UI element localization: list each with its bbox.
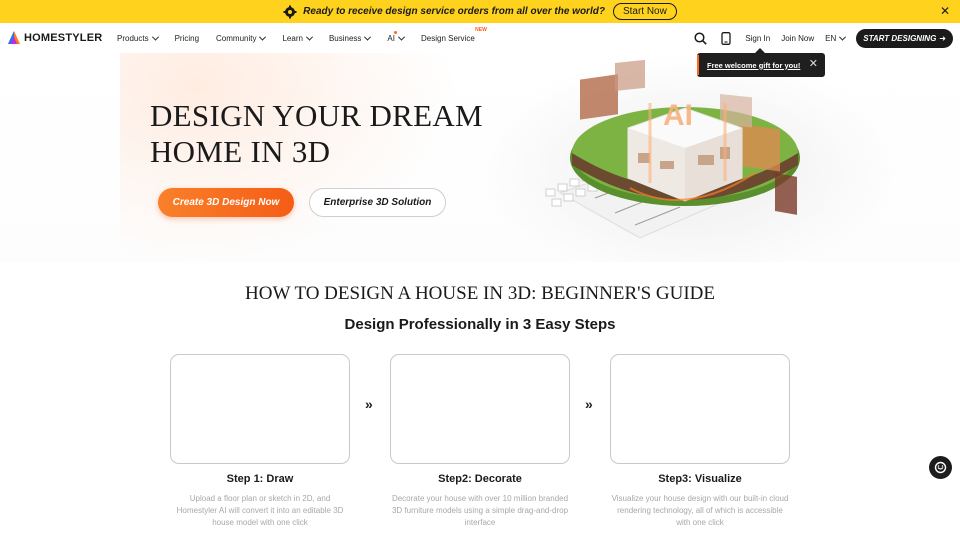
start-designing-label: START DESIGNING	[863, 33, 937, 43]
gear-icon	[283, 5, 297, 19]
nav-item-ai[interactable]: AI	[387, 30, 406, 43]
top-nav: HOMESTYLER Products Pricing Community Le…	[0, 23, 960, 53]
chevron-down-icon	[259, 33, 267, 41]
mobile-icon[interactable]	[721, 31, 731, 45]
language-label: EN	[825, 33, 837, 43]
join-now-link[interactable]: Join Now	[781, 34, 814, 43]
step-2-description: Decorate your house with over 10 million…	[391, 494, 569, 527]
search-icon[interactable]	[694, 31, 708, 45]
guide-title: HOW TO DESIGN A HOUSE IN 3D: BEGINNER'S …	[245, 283, 715, 304]
chevron-down-icon	[397, 33, 406, 41]
banner-message: Ready to receive design service orders f…	[303, 6, 605, 17]
step-2-title: Step2: Decorate	[438, 473, 522, 485]
notification-dot	[394, 30, 398, 34]
enterprise-solution-button[interactable]: Enterprise 3D Solution	[309, 188, 446, 217]
nav-item-label: Pricing	[174, 33, 200, 43]
start-now-button[interactable]: Start Now	[612, 3, 677, 20]
logo-icon	[8, 31, 20, 44]
step-separator: »	[365, 396, 373, 412]
chevron-down-icon	[151, 33, 159, 41]
nav-right: Sign In Join Now EN START DESIGNING ➜	[694, 23, 953, 53]
hero-title-line2: HOME IN 3D	[150, 134, 331, 169]
welcome-gift-tooltip: Free welcome gift for you! ✕	[697, 48, 825, 77]
step-1-title: Step 1: Draw	[226, 473, 294, 485]
step-1-description: Upload a floor plan or sketch in 2D, and…	[176, 494, 344, 527]
nav-item-label: Business	[328, 33, 362, 43]
close-icon[interactable]: ✕	[809, 59, 818, 70]
nav-item-label: AI	[387, 33, 395, 43]
sign-in-link[interactable]: Sign In	[745, 34, 770, 43]
nav-item-learn[interactable]: Learn	[282, 33, 313, 43]
main-menu: Products Pricing Community Learn Busines…	[117, 23, 492, 53]
nav-item-label: Community	[216, 33, 257, 43]
hero-section: DESIGN YOUR DREAM HOME IN 3D Create 3D D…	[0, 53, 960, 262]
nav-item-design-service[interactable]: Design Service NEW	[420, 27, 487, 43]
chevron-down-icon	[305, 33, 313, 41]
nav-item-community[interactable]: Community	[216, 33, 267, 43]
welcome-gift-link[interactable]: Free welcome gift for you!	[707, 61, 800, 70]
house-3d-illustration: AI	[545, 59, 800, 239]
create-3d-design-button[interactable]: Create 3D Design Now	[158, 188, 294, 217]
nav-item-pricing[interactable]: Pricing	[175, 34, 199, 43]
chevron-down-icon	[839, 33, 847, 41]
language-select[interactable]: EN	[825, 33, 847, 43]
chat-support-icon[interactable]	[929, 456, 952, 479]
step-3-title: Step3: Visualize	[658, 473, 742, 485]
close-icon[interactable]: ✕	[940, 4, 950, 18]
step-3-description: Visualize your house design with our bui…	[611, 494, 789, 527]
new-badge: NEW	[475, 26, 487, 33]
arrow-right-icon: ➜	[939, 33, 946, 43]
hero-title: DESIGN YOUR DREAM HOME IN 3D	[150, 98, 483, 170]
step-1-card[interactable]	[170, 354, 350, 464]
brand-logo[interactable]: HOMESTYLER	[7, 30, 102, 45]
hero-title-line1: DESIGN YOUR DREAM	[150, 98, 483, 133]
nav-item-products[interactable]: Products	[117, 33, 159, 43]
nav-item-label: Products	[117, 33, 149, 43]
start-designing-button[interactable]: START DESIGNING ➜	[856, 28, 953, 48]
step-2-card[interactable]	[390, 354, 570, 464]
chevron-down-icon	[364, 33, 372, 41]
guide-subtitle: Design Professionally in 3 Easy Steps	[344, 316, 616, 333]
step-separator: »	[585, 396, 593, 412]
nav-item-business[interactable]: Business	[328, 33, 372, 43]
promo-banner: Ready to receive design service orders f…	[0, 0, 960, 23]
nav-item-label: Learn	[282, 33, 303, 43]
nav-item-label: Design Service	[420, 33, 475, 43]
brand-name: HOMESTYLER	[24, 31, 103, 44]
illustration-ai-text: AI	[663, 99, 693, 132]
step-3-card[interactable]	[610, 354, 790, 464]
